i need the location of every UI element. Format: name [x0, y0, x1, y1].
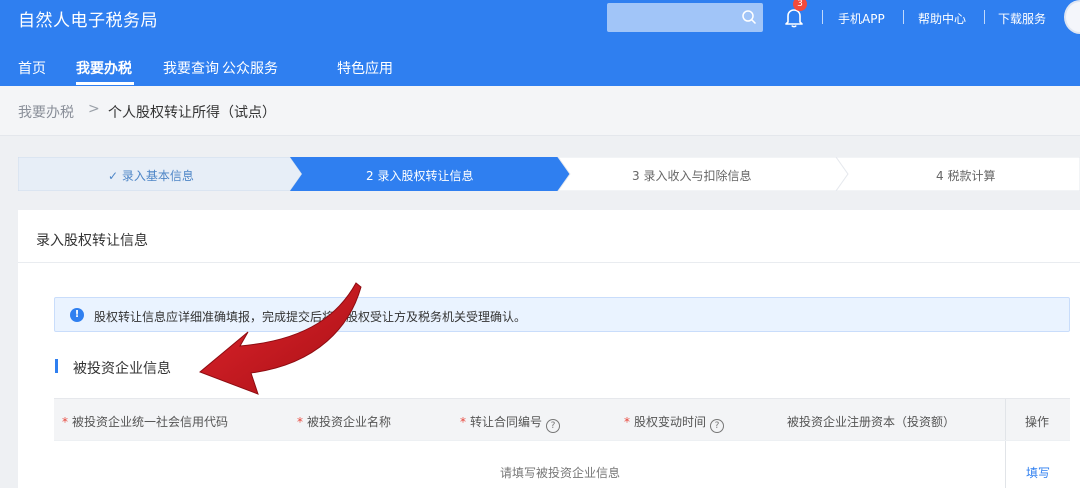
- divider: [903, 10, 904, 24]
- section-title: 被投资企业信息: [73, 361, 171, 377]
- divider: [822, 10, 823, 24]
- top-header: 自然人电子税务局 3 手机APP 帮助中心 下载服务 首页 我要办税 我要查询 …: [0, 0, 1080, 86]
- search-icon[interactable]: [741, 9, 757, 25]
- required-mark: *: [460, 415, 466, 429]
- info-icon: !: [70, 308, 84, 322]
- column-label: 被投资企业统一社会信用代码: [72, 415, 229, 429]
- column-header-change-date: * 股权变动时间?: [624, 413, 725, 433]
- column-header-registered-capital: 被投资企业注册资本（投资额）: [787, 415, 956, 429]
- section-marker: [55, 359, 58, 373]
- step-1-label: ✓ 录入基本信息: [108, 169, 194, 183]
- breadcrumb-home[interactable]: 我要办税: [18, 102, 74, 122]
- nav-item-tax[interactable]: 我要办税: [76, 58, 132, 78]
- step-indicator: ✓ 录入基本信息 2 录入股权转让信息 3 录入收入与扣除信息 4 税款计算: [18, 157, 1080, 191]
- breadcrumb-separator: >: [88, 101, 100, 117]
- help-center-link[interactable]: 帮助中心: [918, 10, 966, 27]
- help-icon[interactable]: ?: [546, 419, 561, 433]
- column-header-credit-code: * 被投资企业统一社会信用代码: [62, 413, 228, 430]
- table-header: * 被投资企业统一社会信用代码 * 被投资企业名称 * 转让合同编号? * 股权变动时间…: [54, 398, 1070, 441]
- nav-active-indicator: [76, 82, 134, 85]
- notice-text: 股权转让信息应详细准确填报，完成提交后将由股权受让方及税务机关受理确认。: [94, 310, 527, 324]
- empty-placeholder: 请填写被投资企业信息: [500, 466, 621, 480]
- mobile-app-link[interactable]: 手机APP: [838, 10, 885, 27]
- required-mark: *: [297, 415, 303, 429]
- divider: [1005, 399, 1006, 441]
- column-header-action: 操作: [1025, 415, 1050, 429]
- nav-item-home[interactable]: 首页: [18, 58, 46, 78]
- fill-in-link[interactable]: 填写: [1026, 464, 1050, 481]
- download-link[interactable]: 下载服务: [998, 10, 1046, 27]
- help-icon[interactable]: ?: [710, 419, 725, 433]
- step-4-label: 4 税款计算: [936, 169, 996, 183]
- column-header-company-name: * 被投资企业名称: [297, 413, 391, 430]
- avatar[interactable]: [1064, 0, 1080, 34]
- column-label: 转让合同编号: [470, 415, 543, 429]
- form-panel: 录入股权转让信息 ! 股权转让信息应详细准确填报，完成提交后将由股权受让方及税务…: [18, 210, 1080, 488]
- step-3-label: 3 录入收入与扣除信息: [632, 169, 752, 183]
- column-label: 被投资企业名称: [307, 415, 392, 429]
- info-notice: ! 股权转让信息应详细准确填报，完成提交后将由股权受让方及税务机关受理确认。: [54, 297, 1070, 332]
- required-mark: *: [624, 415, 630, 429]
- required-mark: *: [62, 415, 68, 429]
- app-title: 自然人电子税务局: [18, 11, 158, 31]
- divider: [18, 262, 1080, 263]
- panel-title: 录入股权转让信息: [36, 233, 148, 249]
- nav-item-apps[interactable]: 特色应用: [337, 58, 393, 78]
- search-input[interactable]: [607, 3, 763, 32]
- nav-item-query[interactable]: 我要查询: [163, 58, 219, 78]
- column-label: 股权变动时间: [634, 415, 707, 429]
- nav-item-public[interactable]: 公众服务: [222, 58, 278, 78]
- breadcrumb: 我要办税 > 个人股权转让所得（试点）: [0, 86, 1080, 136]
- divider: [1005, 441, 1006, 488]
- step-2-label: 2 录入股权转让信息: [366, 169, 474, 183]
- column-header-contract-no: * 转让合同编号?: [460, 413, 561, 433]
- breadcrumb-current: 个人股权转让所得（试点）: [108, 105, 276, 121]
- divider: [984, 10, 985, 24]
- table-row: 请填写被投资企业信息 填写: [54, 440, 1070, 488]
